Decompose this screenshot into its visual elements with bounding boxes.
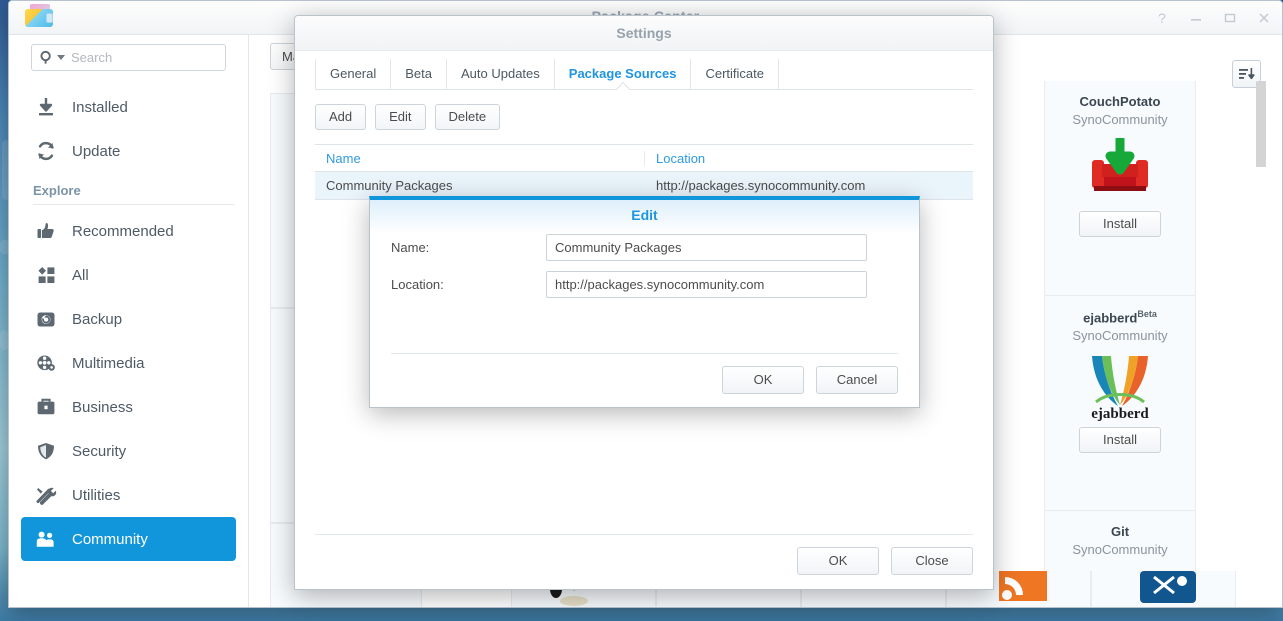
sidebar-item-label: Utilities [72, 486, 121, 504]
thumbs-up-icon [33, 219, 59, 243]
package-vendor: SynoCommunity [1072, 112, 1168, 127]
tab-beta[interactable]: Beta [391, 59, 447, 89]
sidebar-item-label: Recommended [72, 222, 174, 240]
sidebar-item-label: Business [72, 398, 133, 416]
help-button[interactable]: ? [1154, 10, 1170, 26]
package-card[interactable]: CouchPotato SynoCommunity Install [1045, 81, 1195, 296]
sidebar-item-update[interactable]: Update [21, 129, 236, 173]
sidebar-item-label: Installed [72, 98, 128, 116]
sidebar-item-label: Security [72, 442, 127, 460]
sidebar-item-installed[interactable]: Installed [21, 85, 236, 129]
package-name: Git [1110, 524, 1130, 539]
refresh-icon [33, 139, 59, 163]
minimize-button[interactable] [1188, 10, 1204, 26]
settings-footer: OK Close [315, 534, 973, 575]
name-label: Name: [391, 240, 430, 255]
maximize-button[interactable] [1222, 10, 1238, 26]
briefcase-icon [33, 395, 59, 419]
delete-button[interactable]: Delete [434, 104, 501, 130]
install-button[interactable]: Install [1079, 211, 1161, 237]
sidebar-section-explore: Explore [33, 183, 81, 198]
sidebar-item-label: Update [72, 142, 121, 160]
name-row: Name: [391, 234, 919, 261]
sidebar-item-security[interactable]: Security [21, 429, 236, 473]
location-row: Location: [391, 271, 919, 298]
chevron-down-icon [57, 55, 65, 60]
edit-ok-button[interactable]: OK [722, 366, 804, 394]
sidebar-item-backup[interactable]: Backup [21, 297, 236, 341]
edit-dialog: Edit Name: Location: OK Cancel [369, 196, 920, 408]
add-button[interactable]: Add [315, 104, 367, 130]
ejabberd-logo-icon: ejabberd [1045, 343, 1195, 427]
sidebar-divider [33, 204, 234, 205]
sidebar-item-recommended[interactable]: Recommended [21, 209, 236, 253]
settings-tabs: General Beta Auto Updates Package Source… [315, 59, 973, 90]
cell-name: Community Packages [326, 178, 453, 193]
tools-icon [33, 483, 59, 507]
window-controls: ? [1154, 1, 1272, 35]
sidebar-item-label: Backup [72, 310, 123, 328]
vertical-scrollbar[interactable] [1256, 81, 1266, 607]
location-label: Location: [391, 277, 444, 292]
column-header-location[interactable]: Location [645, 151, 705, 166]
edit-cancel-button[interactable]: Cancel [816, 366, 898, 394]
cell-location: http://packages.synocommunity.com [656, 178, 866, 193]
sidebar-item-all[interactable]: All [21, 253, 236, 297]
edit-dialog-title: Edit [631, 207, 658, 223]
edit-button[interactable]: Edit [375, 104, 426, 130]
svg-text:?: ? [1158, 10, 1166, 26]
tab-certificate[interactable]: Certificate [691, 59, 779, 89]
package-card-partial[interactable] [1091, 571, 1236, 607]
edit-dialog-header: Edit [370, 200, 919, 234]
package-vendor: SynoCommunity [1072, 542, 1168, 557]
install-button[interactable]: Install [1079, 427, 1161, 454]
sidebar-item-utilities[interactable]: Utilities [21, 473, 236, 517]
couch-with-arrow-icon [1045, 127, 1195, 211]
film-reel-icon [33, 351, 59, 375]
column-header-name[interactable]: Name [315, 150, 645, 166]
package-vendor: SynoCommunity [1072, 328, 1168, 344]
backup-icon [33, 307, 59, 331]
grid-icon [33, 263, 59, 287]
scrollbar-thumb[interactable] [1256, 81, 1266, 167]
package-name: CouchPotato [1079, 94, 1161, 109]
package-name: ejabberdBeta [1083, 309, 1157, 326]
tab-general[interactable]: General [315, 59, 392, 89]
search-icon [38, 49, 56, 67]
package-column: CouchPotato SynoCommunity Install ejabbe… [1044, 81, 1196, 607]
tab-package-sources[interactable]: Package Sources [555, 59, 692, 89]
search-input[interactable] [71, 50, 247, 65]
search-box[interactable] [31, 44, 247, 71]
settings-ok-button[interactable]: OK [797, 547, 879, 575]
shield-icon [33, 439, 59, 463]
tab-auto-updates[interactable]: Auto Updates [447, 59, 555, 89]
table-header: Name Location [315, 145, 973, 172]
settings-titlebar: Settings [295, 16, 993, 51]
package-sources-table: Name Location Community Packages http://… [315, 144, 973, 200]
download-icon [33, 95, 59, 119]
name-field[interactable] [546, 234, 867, 261]
settings-close-button[interactable]: Close [891, 547, 973, 575]
beta-badge: Beta [1137, 309, 1157, 319]
sidebar-item-label: Community [72, 530, 148, 548]
close-button[interactable] [1256, 10, 1272, 26]
sidebar-item-community[interactable]: Community [21, 517, 236, 561]
sidebar-item-label: Multimedia [72, 354, 145, 372]
svg-text:ejabberd: ejabberd [1091, 406, 1149, 422]
package-card[interactable]: ejabberdBeta SynoCommunity ejabberd Inst… [1045, 296, 1195, 511]
table-row[interactable]: Community Packages http://packages.synoc… [315, 172, 973, 199]
package-source-toolbar: Add Edit Delete [315, 104, 993, 130]
sidebar-item-business[interactable]: Business [21, 385, 236, 429]
sidebar-item-multimedia[interactable]: Multimedia [21, 341, 236, 385]
sidebar-item-label: All [72, 266, 89, 284]
settings-title: Settings [616, 25, 672, 41]
people-icon [33, 527, 59, 551]
edit-dialog-footer: OK Cancel [391, 353, 898, 394]
sidebar: Installed Update Explore R [9, 35, 249, 607]
location-field[interactable] [546, 271, 867, 298]
